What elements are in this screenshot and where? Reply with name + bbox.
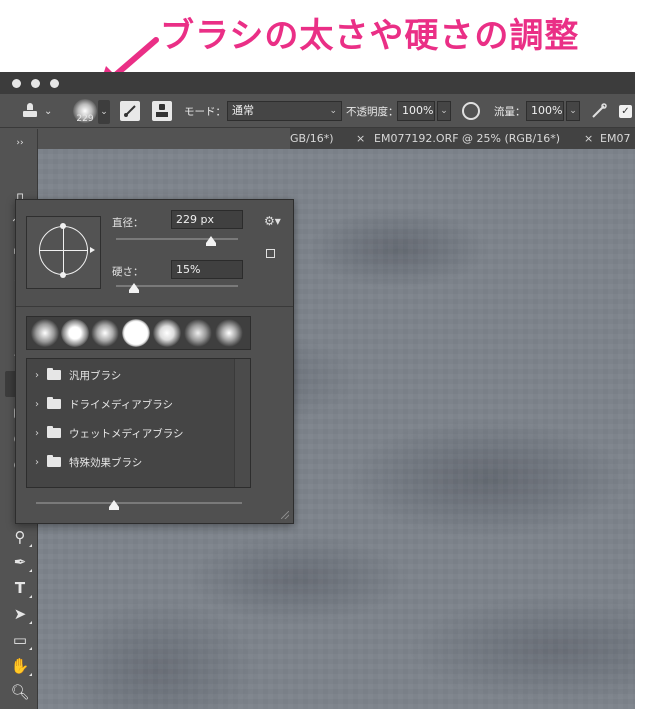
minimize-window-button[interactable] xyxy=(31,79,40,88)
recent-brush-tip[interactable] xyxy=(122,319,150,347)
recent-brush-tip[interactable] xyxy=(153,319,181,347)
toolbar-collapse-icon[interactable]: ›› xyxy=(11,134,29,152)
mode-select[interactable]: 通常 ⌄ xyxy=(227,101,342,121)
tab-document-3[interactable]: EM07 xyxy=(600,128,630,149)
chevron-right-icon: › xyxy=(35,398,39,410)
roundness-handle-icon[interactable] xyxy=(60,272,66,278)
more-tools-button[interactable]: ••• xyxy=(9,705,30,709)
recent-brush-tip[interactable] xyxy=(184,319,212,347)
preview-size-slider-track[interactable] xyxy=(36,502,242,504)
headline-annotation: ブラシの太さや硬さの調整 xyxy=(160,16,580,56)
flow-label: 流量： xyxy=(494,105,526,118)
hand-icon: ✋ xyxy=(10,657,30,675)
opacity-label: 不透明度： xyxy=(346,105,399,118)
opacity-slider-toggle[interactable]: ⌄ xyxy=(437,101,451,121)
dodge-icon: ⚲ xyxy=(14,528,26,546)
chevron-right-icon: › xyxy=(35,456,39,468)
pen-tool[interactable]: ✒ xyxy=(11,553,32,572)
rectangle-icon: ▭ xyxy=(12,631,28,649)
flow-input[interactable]: 100% xyxy=(526,101,564,121)
path-selection-icon: ➤ xyxy=(13,605,27,623)
chevron-right-icon: › xyxy=(35,427,39,439)
hardness-label: 硬さ： xyxy=(112,266,144,278)
pressure-opacity-icon xyxy=(462,102,480,120)
photoshop-window: ⌄ 229 ⌄ モード： 通常 ⌄ 不透明度： 100% ⌄ 流量： 100% … xyxy=(0,72,635,709)
folder-dry-media-brushes[interactable]: › ドライメディアブラシ xyxy=(27,390,235,418)
flow-slider-toggle[interactable]: ⌄ xyxy=(566,101,580,121)
size-slider-track[interactable] xyxy=(116,238,238,240)
clone-stamp-icon xyxy=(22,103,38,119)
chevron-down-icon: ⌄ xyxy=(44,105,53,117)
tab-document-2[interactable]: EM077192.ORF @ 25% (RGB/16*) xyxy=(374,128,560,149)
clone-source-icon xyxy=(152,101,172,121)
clone-source-button[interactable] xyxy=(152,94,172,128)
zoom-icon: 🔍︎ xyxy=(10,683,30,701)
zoom-window-button[interactable] xyxy=(50,79,59,88)
folder-label: 汎用ブラシ xyxy=(69,369,122,382)
folder-icon xyxy=(47,368,61,380)
folder-icon xyxy=(47,426,61,438)
brush-settings-icon xyxy=(120,101,140,121)
size-input[interactable]: 229 px xyxy=(171,210,243,229)
mode-label: モード： xyxy=(184,105,226,118)
new-preset-icon[interactable] xyxy=(266,249,275,258)
recent-brush-tip[interactable] xyxy=(91,319,119,347)
tool-preset-picker[interactable]: ⌄ xyxy=(22,94,52,128)
folder-icon xyxy=(47,455,61,467)
chevron-right-icon: › xyxy=(35,369,39,381)
rectangle-tool[interactable]: ▭ xyxy=(11,631,32,650)
mode-value: 通常 xyxy=(232,104,254,117)
size-slider-thumb[interactable] xyxy=(206,236,217,246)
opacity-input[interactable]: 100% xyxy=(397,101,435,121)
options-bar: ⌄ 229 ⌄ モード： 通常 ⌄ 不透明度： 100% ⌄ 流量： 100% … xyxy=(0,94,635,128)
tab-close-icon[interactable]: × xyxy=(584,128,593,149)
aligned-checkbox[interactable]: ✓ xyxy=(619,104,632,118)
recent-brush-tip[interactable] xyxy=(215,319,243,347)
angle-arrow-icon[interactable] xyxy=(90,247,95,253)
airbrush-button[interactable] xyxy=(590,94,608,128)
folder-label: 特殊効果ブラシ xyxy=(69,456,143,469)
size-label: 直径： xyxy=(112,217,144,229)
brush-settings-button[interactable] xyxy=(120,94,140,128)
hardness-slider-thumb[interactable] xyxy=(129,283,140,293)
resize-grip-icon[interactable] xyxy=(281,511,289,519)
title-bar xyxy=(0,72,635,94)
brush-preset-picker: 直径： 229 px ⚙︎▾ 硬さ： 15% › 汎用ブラシ › ドライメディア… xyxy=(15,199,294,524)
folder-label: ドライメディアブラシ xyxy=(69,398,174,411)
airbrush-icon xyxy=(592,103,607,118)
close-window-button[interactable] xyxy=(12,79,21,88)
folder-icon xyxy=(47,397,61,409)
folder-special-effects-brushes[interactable]: › 特殊効果ブラシ xyxy=(27,448,235,476)
pen-icon: ✒ xyxy=(13,553,27,571)
brush-picker-toggle-button[interactable]: ⌄ xyxy=(98,100,110,124)
brush-size-readout: 229 xyxy=(76,114,94,124)
recent-brush-tip[interactable] xyxy=(61,319,89,347)
brush-tip-angle-preview[interactable] xyxy=(26,216,101,289)
folder-general-brushes[interactable]: › 汎用ブラシ xyxy=(27,361,235,389)
gear-icon[interactable]: ⚙︎▾ xyxy=(264,214,281,228)
recent-brush-tip[interactable] xyxy=(31,319,59,347)
folder-wet-media-brushes[interactable]: › ウェットメディアブラシ xyxy=(27,419,235,447)
pressure-opacity-button[interactable] xyxy=(462,94,480,128)
folder-list-scrollbar[interactable] xyxy=(234,359,250,487)
hardness-input[interactable]: 15% xyxy=(171,260,243,279)
zoom-tool[interactable]: 🔍︎ xyxy=(10,683,30,701)
text-icon: T xyxy=(14,579,26,597)
tab-close-icon[interactable]: × xyxy=(356,128,365,149)
tab-document-1[interactable]: GB/16*) xyxy=(290,128,334,149)
roundness-handle-icon[interactable] xyxy=(60,223,66,229)
dodge-tool[interactable]: ⚲ xyxy=(11,528,32,547)
text-tool[interactable]: T xyxy=(11,579,32,598)
folder-label: ウェットメディアブラシ xyxy=(69,427,184,440)
hand-tool[interactable]: ✋ xyxy=(10,657,32,676)
chevron-down-icon: ⌄ xyxy=(329,106,337,116)
document-tabs: GB/16*) × EM077192.ORF @ 25% (RGB/16*) ×… xyxy=(290,128,635,149)
recent-brushes xyxy=(26,316,251,350)
preview-size-slider-thumb[interactable] xyxy=(109,500,120,510)
brush-folder-list: › 汎用ブラシ › ドライメディアブラシ › ウェットメディアブラシ › 特殊効… xyxy=(26,358,251,488)
path-selection-tool[interactable]: ➤ xyxy=(11,605,32,624)
